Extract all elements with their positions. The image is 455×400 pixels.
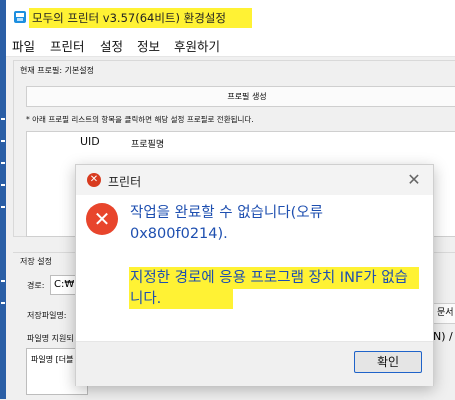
filename-support-label: 파일명 지원되 [27, 334, 74, 343]
menu-file[interactable]: 파일 [12, 36, 35, 55]
path-label: 경로: [27, 281, 45, 290]
column-uid[interactable]: UID [80, 135, 100, 148]
close-icon[interactable]: ✕ [404, 170, 424, 190]
column-profile-name[interactable]: 프로필명 [131, 137, 164, 150]
dialog-title: 프린터 [108, 175, 142, 189]
menu-settings[interactable]: 설정 [100, 36, 123, 55]
title-bar: 모두의 프린터 v3.57(64비트) 환경설정 [6, 0, 455, 32]
error-message: 작업을 완료할 수 없습니다(오류 0x800f0214). [130, 205, 323, 242]
dialog-title-bar: ✕ 프린터 ✕ [76, 165, 433, 195]
ok-button[interactable]: 확인 [354, 351, 422, 373]
dialog-error-icon: ✕ [87, 173, 101, 187]
menu-donate[interactable]: 후원하기 [174, 36, 220, 55]
error-dialog: ✕ 프린터 ✕ ✕ 작업을 완료할 수 없습니다(오류 0x800f0214).… [75, 164, 434, 386]
menu-printer[interactable]: 프린터 [50, 36, 85, 55]
dialog-body: ✕ 작업을 완료할 수 없습니다(오류 0x800f0214). 지정한 경로에… [76, 195, 433, 341]
save-settings-label: 저장 설정 [18, 256, 54, 267]
right-format-text: N) / s [433, 330, 455, 343]
background-window-strip [0, 0, 6, 399]
save-filename-label: 저장파일명: [27, 311, 67, 320]
filename-text: 파일명 [더블 [31, 355, 74, 364]
create-profile-button[interactable]: 프로필 생성 [26, 86, 455, 107]
document-button[interactable]: 문서 [432, 303, 455, 324]
menu-info[interactable]: 정보 [137, 36, 160, 55]
current-profile-label: 현재 프로필: 기본설정 [18, 65, 97, 76]
profile-notice: * 아래 프로필 리스트의 항목을 클릭하면 해당 설정 프로필로 전환됩니다. [26, 115, 254, 124]
error-detail-message: 지정한 경로에 응용 프로그램 장치 INF가 없습니다. [130, 270, 408, 307]
window-title: 모두의 프린터 v3.57(64비트) 환경설정 [32, 11, 226, 25]
printer-app-icon [14, 11, 26, 23]
dialog-footer: 확인 [76, 341, 433, 386]
error-icon: ✕ [86, 203, 118, 235]
menu-bar: 파일 프린터 설정 정보 후원하기 [6, 32, 455, 57]
